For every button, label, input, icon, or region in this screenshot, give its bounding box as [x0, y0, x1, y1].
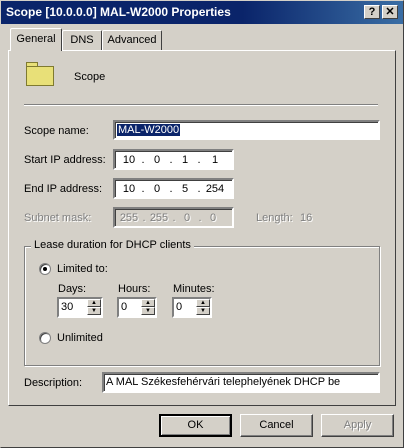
- minutes-up-button[interactable]: ▲: [196, 299, 210, 307]
- description-input[interactable]: A MAL Székesfehérvári telephelyének DHCP…: [102, 372, 380, 393]
- hours-spinner[interactable]: 0 ▲ ▼: [117, 297, 157, 318]
- subnet-octet-1: 255: [119, 212, 139, 224]
- tab-general[interactable]: General: [10, 28, 62, 51]
- end-ip-octet-3: 5: [181, 183, 189, 195]
- end-ip-octet-1: 10: [122, 183, 136, 195]
- apply-button[interactable]: Apply: [321, 414, 394, 437]
- subnet-mask-input: 255 . 255 . 0 . 0: [113, 207, 234, 228]
- minutes-label: Minutes:: [173, 283, 215, 295]
- scope-name-label: Scope name:: [24, 125, 89, 137]
- end-ip-input[interactable]: 10 . 0 . 5 . 254: [113, 178, 234, 199]
- end-ip-label: End IP address:: [24, 183, 103, 195]
- start-ip-octet-3: 1: [181, 154, 189, 166]
- subnet-octet-4: 0: [209, 212, 217, 224]
- length-value: 16: [300, 212, 313, 224]
- days-spinner[interactable]: 30 ▲ ▼: [57, 297, 103, 318]
- minutes-value: 0: [176, 301, 183, 313]
- length-label: Length:: [256, 212, 293, 224]
- days-up-button[interactable]: ▲: [87, 299, 101, 307]
- days-value: 30: [61, 301, 74, 313]
- radio-selected-dot: [43, 267, 47, 271]
- unlimited-radio[interactable]: [39, 332, 51, 344]
- hours-value: 0: [121, 301, 128, 313]
- subnet-octet-3: 0: [183, 212, 191, 224]
- hours-label: Hours:: [118, 283, 151, 295]
- scope-name-input[interactable]: MAL-W2000: [113, 120, 380, 140]
- limited-radio[interactable]: [39, 263, 51, 275]
- hours-up-button[interactable]: ▲: [141, 299, 155, 307]
- description-label: Description:: [24, 377, 83, 389]
- minutes-spinner[interactable]: 0 ▲ ▼: [172, 297, 212, 318]
- scope-name-value: MAL-W2000: [117, 124, 181, 136]
- start-ip-input[interactable]: 10 . 0 . 1 . 1: [113, 149, 234, 170]
- scope-heading: Scope: [74, 71, 106, 83]
- subnet-mask-label: Subnet mask:: [24, 212, 92, 224]
- window-title: Scope [10.0.0.0] MAL-W2000 Properties: [6, 5, 231, 19]
- tab-advanced[interactable]: Advanced: [102, 30, 162, 50]
- separator: [24, 104, 378, 106]
- help-button[interactable]: ?: [364, 5, 380, 19]
- subnet-octet-2: 255: [149, 212, 169, 224]
- hours-down-button[interactable]: ▼: [141, 307, 155, 315]
- end-ip-octet-4: 254: [205, 183, 225, 195]
- tab-dns[interactable]: DNS: [62, 30, 102, 50]
- cancel-button[interactable]: Cancel: [240, 414, 313, 437]
- start-ip-label: Start IP address:: [24, 154, 106, 166]
- start-ip-octet-2: 0: [153, 154, 161, 166]
- minutes-down-button[interactable]: ▼: [196, 307, 210, 315]
- days-label: Days:: [58, 283, 87, 295]
- start-ip-octet-1: 10: [122, 154, 136, 166]
- unlimited-label[interactable]: Unlimited: [57, 332, 103, 344]
- description-value: A MAL Székesfehérvári telephelyének DHCP…: [106, 376, 341, 388]
- lease-duration-title: Lease duration for DHCP clients: [31, 239, 194, 251]
- ok-button[interactable]: OK: [159, 414, 232, 437]
- close-button[interactable]: ✕: [382, 5, 398, 19]
- days-down-button[interactable]: ▼: [87, 307, 101, 315]
- limited-label[interactable]: Limited to:: [57, 263, 108, 275]
- end-ip-octet-2: 0: [153, 183, 161, 195]
- start-ip-octet-4: 1: [211, 154, 219, 166]
- folder-icon: [26, 66, 54, 86]
